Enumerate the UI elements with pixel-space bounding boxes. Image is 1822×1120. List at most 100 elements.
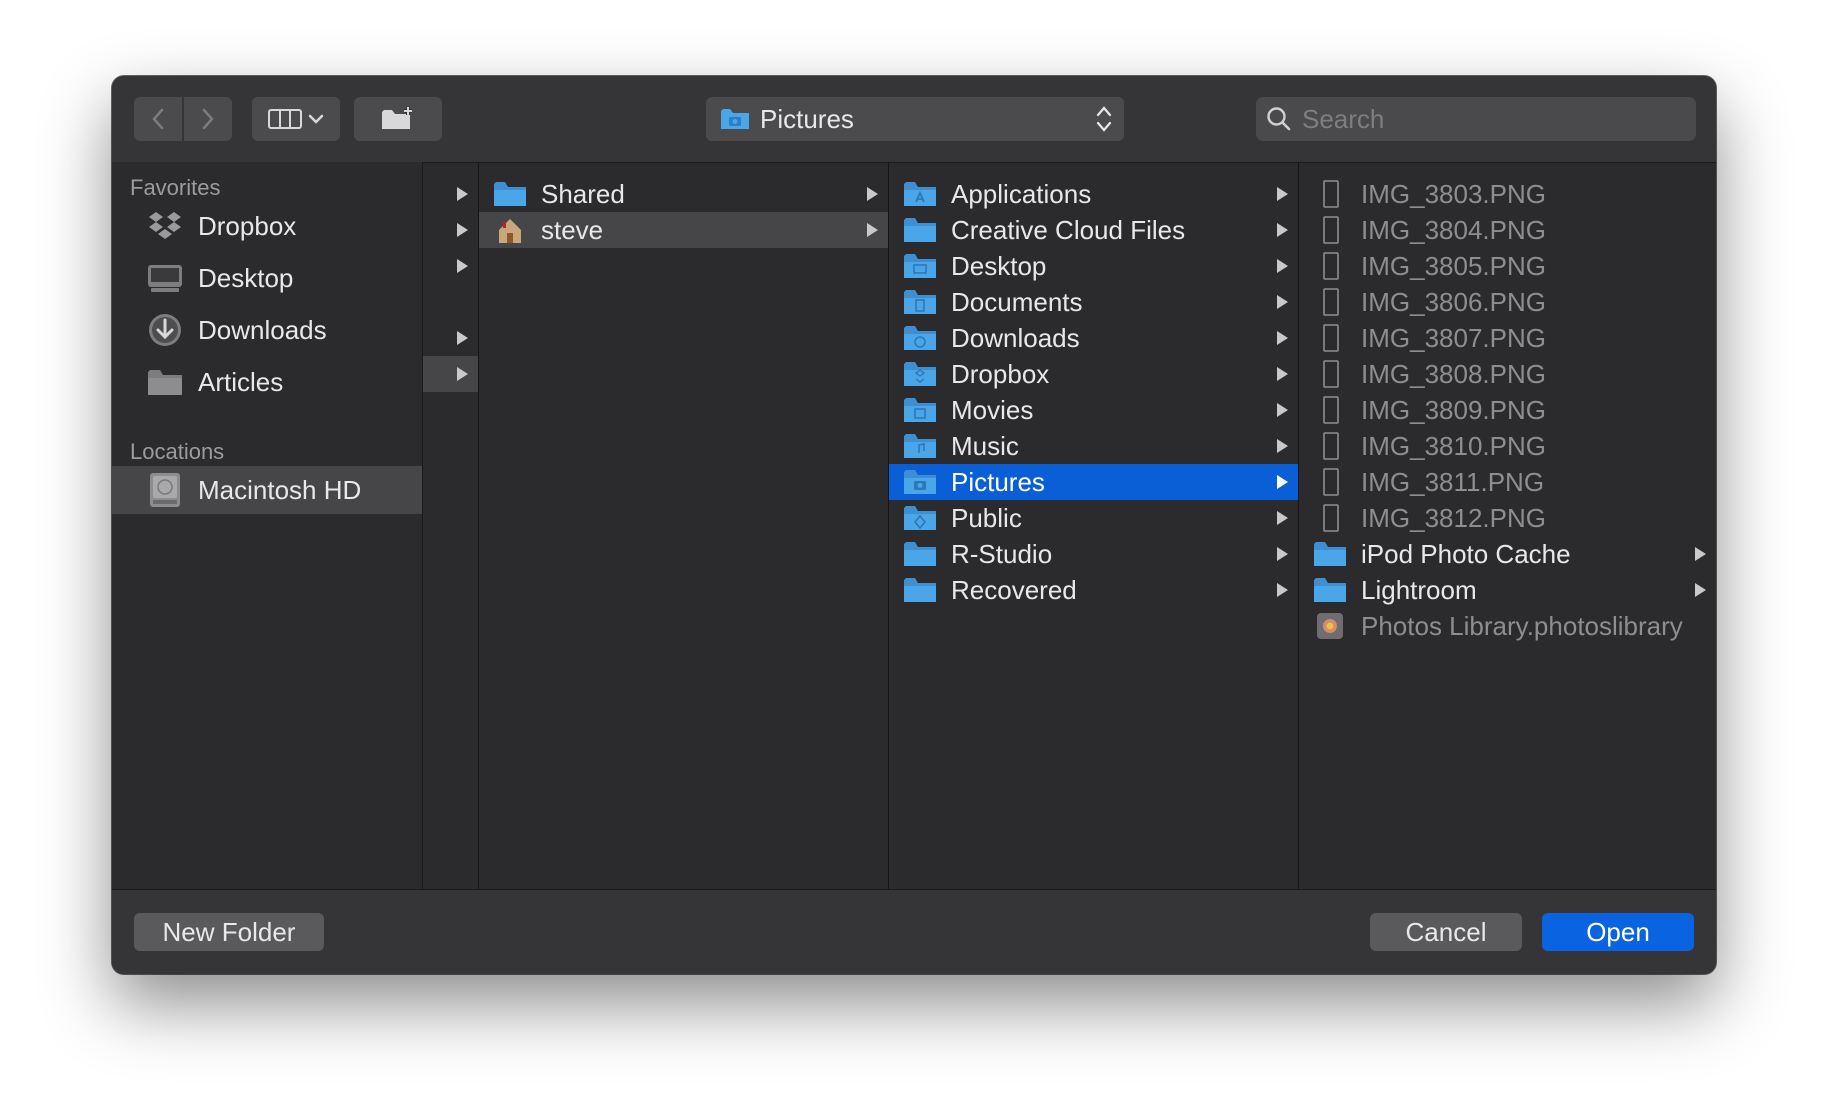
path-popup[interactable]: Pictures bbox=[706, 97, 1124, 141]
list-item-label: IMG_3809.PNG bbox=[1361, 394, 1546, 425]
sidebar-item-label: Desktop bbox=[198, 262, 294, 293]
list-item[interactable] bbox=[423, 248, 478, 284]
up-down-chevron-icon bbox=[1096, 106, 1112, 132]
file-icon bbox=[1323, 324, 1339, 352]
chevron-right-icon bbox=[202, 108, 214, 130]
disclosure-arrow-icon bbox=[457, 223, 468, 237]
disclosure-arrow-icon bbox=[1277, 187, 1288, 201]
disclosure-arrow-icon bbox=[1277, 475, 1288, 489]
favorites-heading: Favorites bbox=[130, 175, 221, 200]
disclosure-arrow-icon bbox=[1695, 583, 1706, 597]
file-icon bbox=[1323, 216, 1339, 244]
movies-folder-icon bbox=[904, 398, 936, 422]
list-item-r-studio[interactable]: R-Studio bbox=[889, 536, 1298, 572]
list-item-label: Music bbox=[951, 430, 1019, 461]
list-item-label: Movies bbox=[951, 394, 1034, 425]
list-item-file: IMG_3811.PNG bbox=[1299, 464, 1716, 500]
list-item-label: Desktop bbox=[951, 250, 1047, 281]
list-item-photos-library: Photos Library.photoslibrary bbox=[1299, 608, 1716, 644]
cancel-button[interactable]: Cancel bbox=[1370, 913, 1522, 951]
list-item-creative-cloud-files[interactable]: Creative Cloud Files bbox=[889, 212, 1298, 248]
back-button[interactable] bbox=[134, 97, 182, 141]
list-item-dropbox[interactable]: Dropbox bbox=[889, 356, 1298, 392]
list-item-file: IMG_3810.PNG bbox=[1299, 428, 1716, 464]
list-item-pictures[interactable]: Pictures bbox=[889, 464, 1298, 500]
list-item-label: Applications bbox=[951, 178, 1092, 209]
list-item-label: Recovered bbox=[951, 574, 1077, 605]
file-icon bbox=[1323, 396, 1339, 424]
dropbox-icon bbox=[146, 207, 184, 245]
list-item-selected[interactable] bbox=[423, 356, 478, 392]
list-item-label: Documents bbox=[951, 286, 1083, 317]
list-item-applications[interactable]: Applications bbox=[889, 176, 1298, 212]
list-item-label: Downloads bbox=[951, 322, 1080, 353]
disclosure-arrow-icon bbox=[1277, 331, 1288, 345]
path-label: Pictures bbox=[760, 103, 854, 134]
sidebar-item-label: Dropbox bbox=[198, 210, 297, 241]
list-item-label: steve bbox=[541, 214, 604, 245]
list-item-shared[interactable]: Shared bbox=[479, 176, 888, 212]
photos-library-icon bbox=[1317, 613, 1343, 639]
folder-icon bbox=[904, 542, 936, 566]
list-item-label: Photos Library.photoslibrary bbox=[1361, 610, 1683, 641]
list-item-file: IMG_3812.PNG bbox=[1299, 500, 1716, 536]
search-icon bbox=[1267, 107, 1291, 131]
list-item-label: Public bbox=[951, 502, 1022, 533]
disclosure-arrow-icon bbox=[457, 259, 468, 273]
list-item-public[interactable]: Public bbox=[889, 500, 1298, 536]
sidebar-item-articles[interactable]: Articles bbox=[112, 359, 422, 405]
list-item-label: Pictures bbox=[951, 466, 1045, 497]
list-item-steve[interactable]: steve bbox=[479, 212, 888, 248]
list-item-label: Dropbox bbox=[951, 358, 1050, 389]
disclosure-arrow-icon bbox=[1277, 403, 1288, 417]
new-folder-button[interactable]: New Folder bbox=[134, 913, 324, 951]
sidebar-item-desktop[interactable]: Desktop bbox=[112, 255, 422, 301]
sidebar-item-dropbox[interactable]: Dropbox bbox=[112, 203, 422, 249]
sidebar: Favorites Dropbox Desktop Downloads Arti… bbox=[112, 162, 423, 890]
list-item-file: IMG_3809.PNG bbox=[1299, 392, 1716, 428]
columns-view-icon bbox=[268, 109, 302, 129]
chevron-down-icon bbox=[308, 114, 324, 124]
list-item-file: IMG_3808.PNG bbox=[1299, 356, 1716, 392]
list-item-music[interactable]: Music bbox=[889, 428, 1298, 464]
list-item[interactable] bbox=[423, 320, 478, 356]
list-item-downloads[interactable]: Downloads bbox=[889, 320, 1298, 356]
new-folder-toolbar-button[interactable] bbox=[354, 97, 442, 141]
public-folder-icon bbox=[904, 506, 936, 530]
disclosure-arrow-icon bbox=[1277, 295, 1288, 309]
disclosure-arrow-icon bbox=[1277, 259, 1288, 273]
list-item-recovered[interactable]: Recovered bbox=[889, 572, 1298, 608]
desktop-folder-icon bbox=[904, 254, 936, 278]
locations-heading: Locations bbox=[130, 439, 225, 464]
disclosure-arrow-icon bbox=[457, 331, 468, 345]
list-item-documents[interactable]: Documents bbox=[889, 284, 1298, 320]
disclosure-arrow-icon bbox=[1695, 547, 1706, 561]
list-item-desktop[interactable]: Desktop bbox=[889, 248, 1298, 284]
sidebar-item-downloads[interactable]: Downloads bbox=[112, 307, 422, 353]
search-field[interactable]: Search bbox=[1256, 97, 1696, 141]
list-item[interactable] bbox=[423, 212, 478, 248]
sidebar-item-label: Downloads bbox=[198, 314, 327, 345]
list-item-ipod-photo-cache[interactable]: iPod Photo Cache bbox=[1299, 536, 1716, 572]
list-item-file: IMG_3805.PNG bbox=[1299, 248, 1716, 284]
list-item-label: iPod Photo Cache bbox=[1361, 538, 1571, 569]
column-root bbox=[423, 162, 479, 890]
list-item-label: IMG_3812.PNG bbox=[1361, 502, 1546, 533]
list-item[interactable] bbox=[423, 176, 478, 212]
open-button[interactable]: Open bbox=[1542, 913, 1694, 951]
list-item-lightroom[interactable]: Lightroom bbox=[1299, 572, 1716, 608]
new-folder-icon bbox=[382, 107, 412, 129]
pictures-folder-icon bbox=[721, 109, 749, 129]
list-item-movies[interactable]: Movies bbox=[889, 392, 1298, 428]
list-item-label: Shared bbox=[541, 178, 625, 209]
hard-drive-icon bbox=[146, 471, 184, 509]
file-icon bbox=[1323, 252, 1339, 280]
desktop-icon bbox=[146, 259, 184, 297]
view-mode-button[interactable] bbox=[252, 97, 340, 141]
disclosure-arrow-icon bbox=[457, 187, 468, 201]
forward-button[interactable] bbox=[184, 97, 232, 141]
chevron-left-icon bbox=[152, 108, 164, 130]
sidebar-item-label: Macintosh HD bbox=[198, 474, 362, 505]
folder-icon bbox=[1314, 542, 1346, 566]
sidebar-item-macintosh-hd[interactable]: Macintosh HD bbox=[112, 466, 422, 514]
